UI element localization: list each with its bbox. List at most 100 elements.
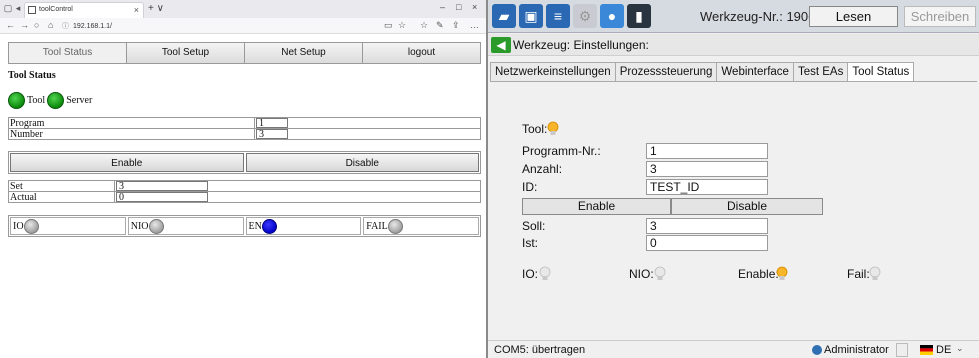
user-icon[interactable]: ● [600,4,624,28]
fail-label-app: Fail: [847,267,870,281]
chevron-down-icon[interactable]: ⌄ [956,343,964,354]
actual-cell: 0 [114,191,481,203]
new-tab-icon[interactable]: + ∨ [148,3,164,14]
read-button[interactable]: Lesen [809,6,898,27]
program-label: Program [8,117,255,129]
tab-test-eas[interactable]: Test EAs [792,62,848,82]
user-name: Administrator [824,344,889,356]
more-icon[interactable]: … [470,20,479,30]
url-field[interactable]: ⓘ 192.168.1.1/ [62,21,112,31]
menu-net-setup[interactable]: Net Setup [245,43,363,63]
enable-button[interactable]: Enable [10,153,244,172]
port-status: COM5: übertragen [494,344,586,356]
user-icon-small [812,345,822,355]
refresh-icon[interactable]: ○ [34,20,39,30]
actual-input[interactable]: 0 [116,192,208,203]
german-flag-icon [920,345,933,355]
section-header: ◀ Werkzeug: Einstellungen: [488,34,979,56]
section-title: Werkzeug: Einstellungen: [513,38,649,52]
tab-network[interactable]: Netzwerkeinstellungen [490,62,615,82]
share-icon[interactable]: ⇪ [452,20,460,31]
menu-logout[interactable]: logout [363,43,480,63]
set-label: Set [8,180,115,192]
home-icon[interactable]: ⌂ [48,20,53,30]
settings-tabs: Netzwerkeinstellungen Prozesssteuerung W… [490,62,915,82]
set-input[interactable]: 3 [116,181,208,192]
enable-label-app: Enable: [738,267,779,281]
nio-led-icon [148,218,164,234]
language-select[interactable]: DE [936,344,951,356]
io-label: IO [13,220,24,232]
fail-status: FAIL [363,217,479,235]
nio-bulb-icon [654,266,666,280]
fail-label: FAIL [366,220,388,232]
close-tab-icon[interactable]: × [134,3,139,17]
tool-led-label: Tool [27,94,46,106]
actual-label-app: Ist: [522,236,539,250]
tab-webinterface[interactable]: Webinterface [716,62,793,82]
tab-back-icon[interactable]: ◂ [13,3,23,13]
browser-window: ▢ ◂ toolControl × + ∨ – □ × ← → ○ ⌂ ⓘ 192… [0,0,488,358]
fail-led-icon [387,218,403,234]
close-window-icon[interactable]: × [472,2,477,12]
enable-button-app[interactable]: Enable [522,198,671,215]
tool-led-icon [8,91,25,109]
program-table: Program 1 Number 3 [8,117,481,140]
pen-icon[interactable]: ✎ [436,20,444,31]
program-input[interactable]: 1 [256,118,288,129]
en-led-icon [261,218,277,234]
reading-view-icon[interactable]: ▭ [384,20,393,31]
page-title: Tool Status [8,70,56,81]
info-icon: ⓘ [62,23,69,30]
connection-leds: Tool Server [8,91,92,109]
disable-button[interactable]: Disable [245,153,479,172]
device-icon[interactable]: ▮ [627,4,651,28]
nio-label: NIO [130,220,149,232]
set-cell: 3 [114,180,481,192]
io-bulb-icon [539,266,551,280]
tool-label: Tool: [522,122,548,136]
id-field[interactable]: TEST_ID [646,179,768,195]
number-cell: 3 [254,128,481,140]
count-field[interactable]: 3 [646,161,768,177]
number-input[interactable]: 3 [256,129,288,140]
settings-icon: ⚙ [573,4,597,28]
number-label: Number [8,128,255,140]
enable-disable-row: Enable Disable [8,151,481,174]
web-menu: Tool Status Tool Setup Net Setup logout [8,42,481,64]
tab-tool-status[interactable]: Tool Status [847,62,915,82]
nio-status: NIO [127,217,244,235]
actual-label: Actual [8,191,115,203]
set-label-app: Soll: [522,219,546,233]
browser-tab[interactable]: toolControl × [24,2,144,18]
forward-icon[interactable]: → [20,20,29,30]
window-menu-icon[interactable]: ▢ [3,3,13,13]
set-field[interactable]: 3 [646,218,768,234]
menu-tool-status[interactable]: Tool Status [9,43,127,63]
back-arrow-icon[interactable]: ◀ [491,37,511,53]
connect-icon[interactable]: ▰ [492,4,516,28]
page-icon [28,6,36,14]
document-icon[interactable] [896,343,908,357]
list-icon[interactable]: ≡ [546,4,570,28]
en-status: EN [245,217,362,235]
program-nr-field[interactable]: 1 [646,143,768,159]
actual-field[interactable]: 0 [646,235,768,251]
en-label: EN [248,220,262,232]
save-icon[interactable]: ▣ [519,4,543,28]
nio-label-app: NIO: [629,267,654,281]
minimize-icon[interactable]: – [440,2,445,12]
status-leds: IO NIO EN FAIL [8,215,481,237]
server-led-label: Server [66,94,93,106]
tool-bulb-icon [547,121,559,135]
app-toolbar: ▰ ▣ ≡ ⚙ ● ▮ Werkzeug-Nr.: 19060010 Lesen… [488,0,979,33]
favorites-list-icon[interactable]: ☆ [420,20,428,31]
disable-button-app[interactable]: Disable [671,198,823,215]
program-cell: 1 [254,117,481,129]
maximize-icon[interactable]: □ [456,2,461,12]
favorite-icon[interactable]: ☆ [398,20,406,31]
menu-tool-setup[interactable]: Tool Setup [127,43,245,63]
set-actual-table: Set 3 Actual 0 [8,180,481,203]
tab-process[interactable]: Prozesssteuerung [614,62,717,82]
back-icon[interactable]: ← [6,20,15,30]
